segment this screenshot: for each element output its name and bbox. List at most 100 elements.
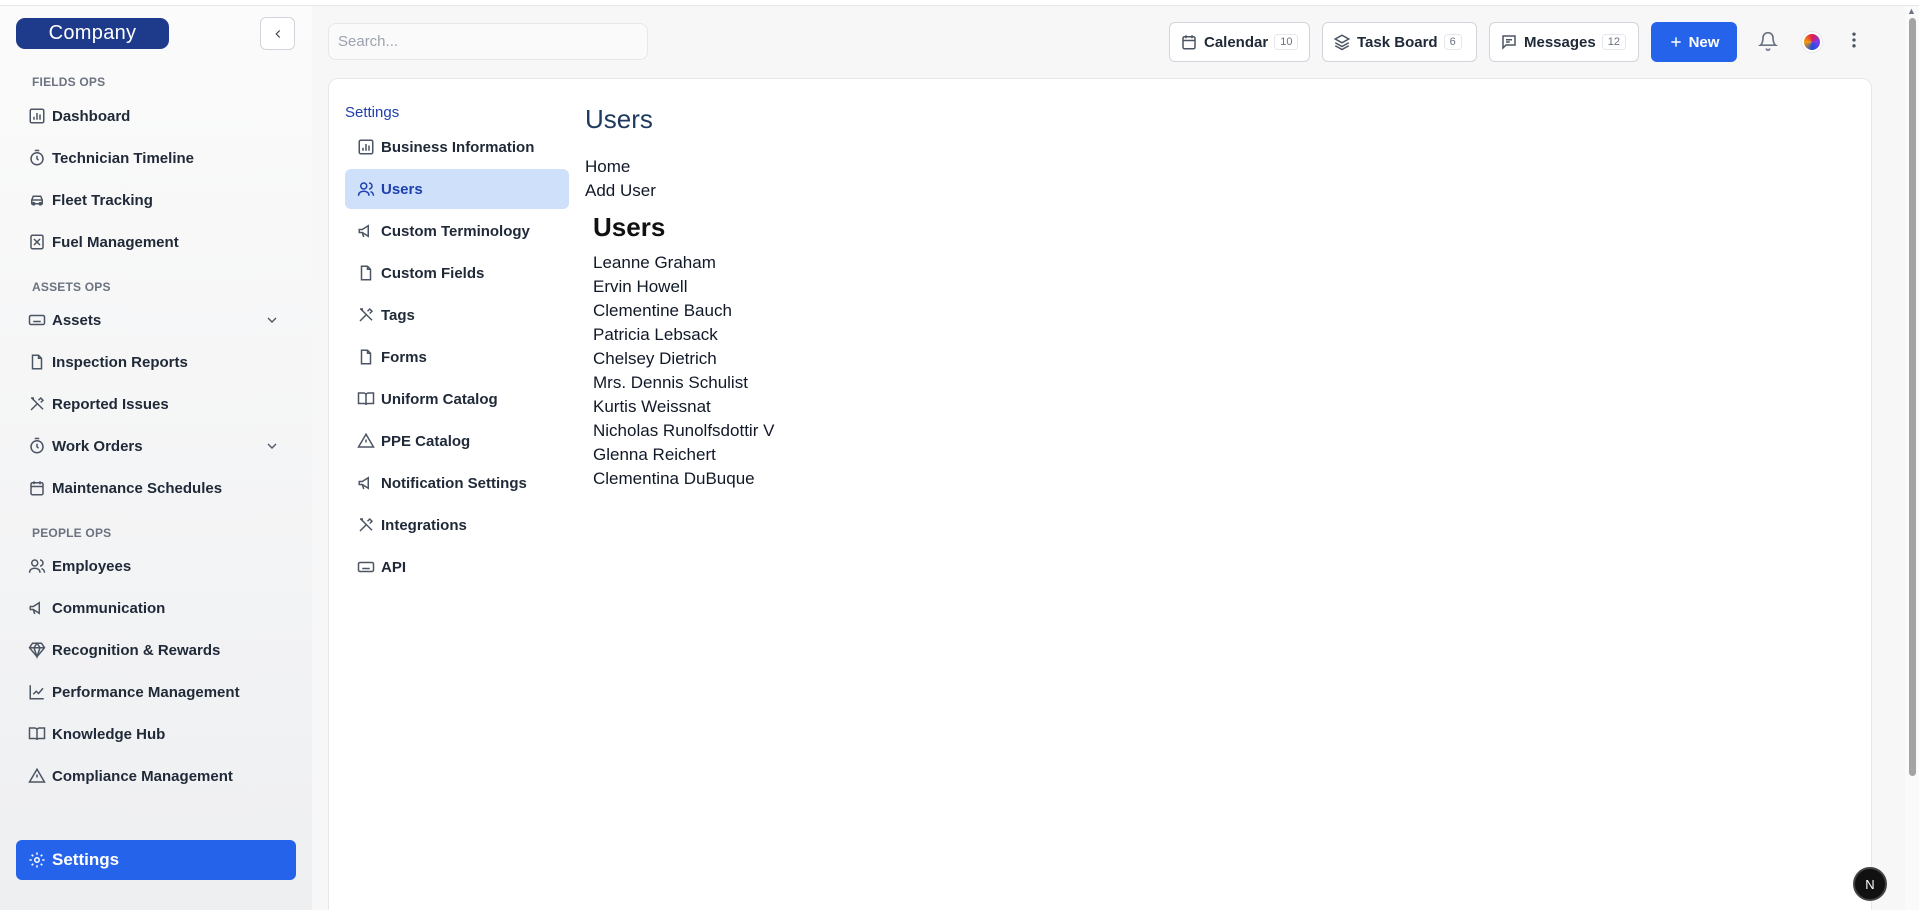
sidebar-item-compliance-management[interactable]: Compliance Management	[28, 761, 292, 791]
avatar[interactable]	[1802, 32, 1822, 52]
tools-icon	[357, 306, 375, 324]
layers-icon	[1333, 33, 1351, 51]
settings-item-label: Forms	[381, 348, 427, 366]
messages-label: Messages	[1524, 33, 1596, 51]
chevron-down-icon[interactable]	[264, 438, 280, 454]
section-label-assets-ops: ASSETS OPS	[32, 280, 111, 294]
sidebar-item-label: Technician Timeline	[52, 149, 194, 167]
settings-item-business-information[interactable]: Business Information	[345, 127, 569, 167]
sidebar-item-technician-timeline[interactable]: Technician Timeline	[28, 143, 292, 173]
messages-count-badge: 12	[1601, 34, 1626, 50]
sidebar-item-fuel-management[interactable]: Fuel Management	[28, 227, 292, 257]
sidebar-item-label: Reported Issues	[52, 395, 169, 413]
settings-item-label: Uniform Catalog	[381, 390, 498, 408]
gem-icon	[28, 641, 46, 659]
sidebar-item-employees[interactable]: Employees	[28, 551, 292, 581]
collapse-sidebar-button[interactable]	[260, 17, 295, 50]
settings-item-uniform-catalog[interactable]: Uniform Catalog	[345, 379, 569, 419]
car-icon	[28, 191, 46, 209]
settings-item-label: Notification Settings	[381, 474, 527, 492]
more-vertical-icon[interactable]	[1844, 30, 1864, 50]
sidebar-item-fleet-tracking[interactable]: Fleet Tracking	[28, 185, 292, 215]
settings-button-label: Settings	[52, 850, 120, 869]
company-logo[interactable]: Company	[16, 18, 169, 49]
sidebar-item-label: Maintenance Schedules	[52, 479, 223, 497]
sidebar-item-reported-issues[interactable]: Reported Issues	[28, 389, 292, 419]
task-board-button[interactable]: Task Board 6	[1322, 22, 1477, 62]
sidebar-item-dashboard[interactable]: Dashboard	[28, 101, 292, 131]
message-icon	[1500, 33, 1518, 51]
settings-nav-title: Settings	[345, 104, 400, 121]
settings-item-label: Tags	[381, 306, 415, 324]
settings-item-api[interactable]: API	[345, 547, 569, 587]
file-icon	[357, 348, 375, 366]
users-icon	[357, 180, 375, 198]
chart-icon	[357, 138, 375, 156]
users-icon	[28, 557, 46, 575]
warning-icon	[357, 432, 375, 450]
fuel-icon	[28, 233, 46, 251]
sidebar-item-knowledge-hub[interactable]: Knowledge Hub	[28, 719, 292, 749]
settings-item-label: Integrations	[381, 516, 467, 534]
settings-item-notification-settings[interactable]: Notification Settings	[345, 463, 569, 503]
dev-tools-badge[interactable]: N	[1853, 867, 1887, 901]
sidebar-item-label: Knowledge Hub	[52, 725, 166, 743]
settings-item-integrations[interactable]: Integrations	[345, 505, 569, 545]
page-title: Users	[585, 104, 653, 134]
sidebar-item-label: Fuel Management	[52, 233, 179, 251]
file-icon	[28, 353, 46, 371]
calendar-icon	[1180, 33, 1198, 51]
book-icon	[357, 390, 375, 408]
section-label-fields-ops: FIELDS OPS	[32, 75, 106, 89]
home-link[interactable]: Home	[585, 157, 630, 177]
settings-item-label: Business Information	[381, 138, 535, 156]
megaphone-icon	[357, 222, 375, 240]
new-button[interactable]: New	[1651, 22, 1737, 62]
clock-icon	[28, 437, 46, 455]
list-item: Chelsey Dietrich	[593, 349, 717, 368]
users-list-title: Users	[593, 212, 666, 242]
chevron-down-icon[interactable]	[264, 312, 280, 328]
sidebar-item-label: Employees	[52, 557, 132, 575]
scrollbar-thumb[interactable]	[1909, 18, 1916, 776]
messages-button[interactable]: Messages 12	[1489, 22, 1639, 62]
sidebar-item-maintenance-schedules[interactable]: Maintenance Schedules	[28, 473, 292, 503]
gear-icon	[28, 851, 46, 869]
settings-item-ppe-catalog[interactable]: PPE Catalog	[345, 421, 569, 461]
sidebar-item-assets[interactable]: Assets	[28, 305, 292, 335]
sidebar-item-work-orders[interactable]: Work Orders	[28, 431, 292, 461]
megaphone-icon	[28, 599, 46, 617]
sidebar-item-recognition-rewards[interactable]: Recognition & Rewards	[28, 635, 292, 665]
sidebar-item-inspection-reports[interactable]: Inspection Reports	[28, 347, 292, 377]
scroll-up-arrow-icon[interactable]: ▲	[1907, 6, 1916, 16]
settings-item-tags[interactable]: Tags	[345, 295, 569, 335]
chart-icon	[28, 107, 46, 125]
megaphone-icon	[357, 474, 375, 492]
settings-item-label: PPE Catalog	[381, 432, 471, 450]
sidebar-item-label: Performance Management	[52, 683, 240, 701]
list-item: Clementina DuBuque	[593, 469, 755, 488]
file-icon	[357, 264, 375, 282]
sidebar-item-communication[interactable]: Communication	[28, 593, 292, 623]
list-item: Glenna Reichert	[593, 445, 716, 464]
list-item: Kurtis Weissnat	[593, 397, 711, 416]
sidebar-item-label: Dashboard	[52, 107, 131, 125]
sidebar-item-performance-management[interactable]: Performance Management	[28, 677, 292, 707]
calendar-label: Calendar	[1204, 33, 1269, 51]
search-input[interactable]	[328, 23, 648, 60]
settings-item-custom-terminology[interactable]: Custom Terminology	[345, 211, 569, 251]
sidebar-item-label: Communication	[52, 599, 166, 617]
settings-item-forms[interactable]: Forms	[345, 337, 569, 377]
new-button-label: New	[1688, 33, 1720, 51]
keyboard-icon	[357, 558, 375, 576]
settings-item-custom-fields[interactable]: Custom Fields	[345, 253, 569, 293]
settings-button[interactable]: Settings	[16, 840, 296, 880]
calendar-button[interactable]: Calendar 10	[1169, 22, 1310, 62]
settings-item-users[interactable]: Users	[345, 169, 569, 209]
bell-icon[interactable]	[1758, 31, 1778, 51]
sidebar-item-label: Recognition & Rewards	[52, 641, 221, 659]
add-user-link[interactable]: Add User	[585, 181, 656, 201]
trending-icon	[28, 683, 46, 701]
warning-icon	[28, 767, 46, 785]
list-item: Ervin Howell	[593, 277, 688, 296]
